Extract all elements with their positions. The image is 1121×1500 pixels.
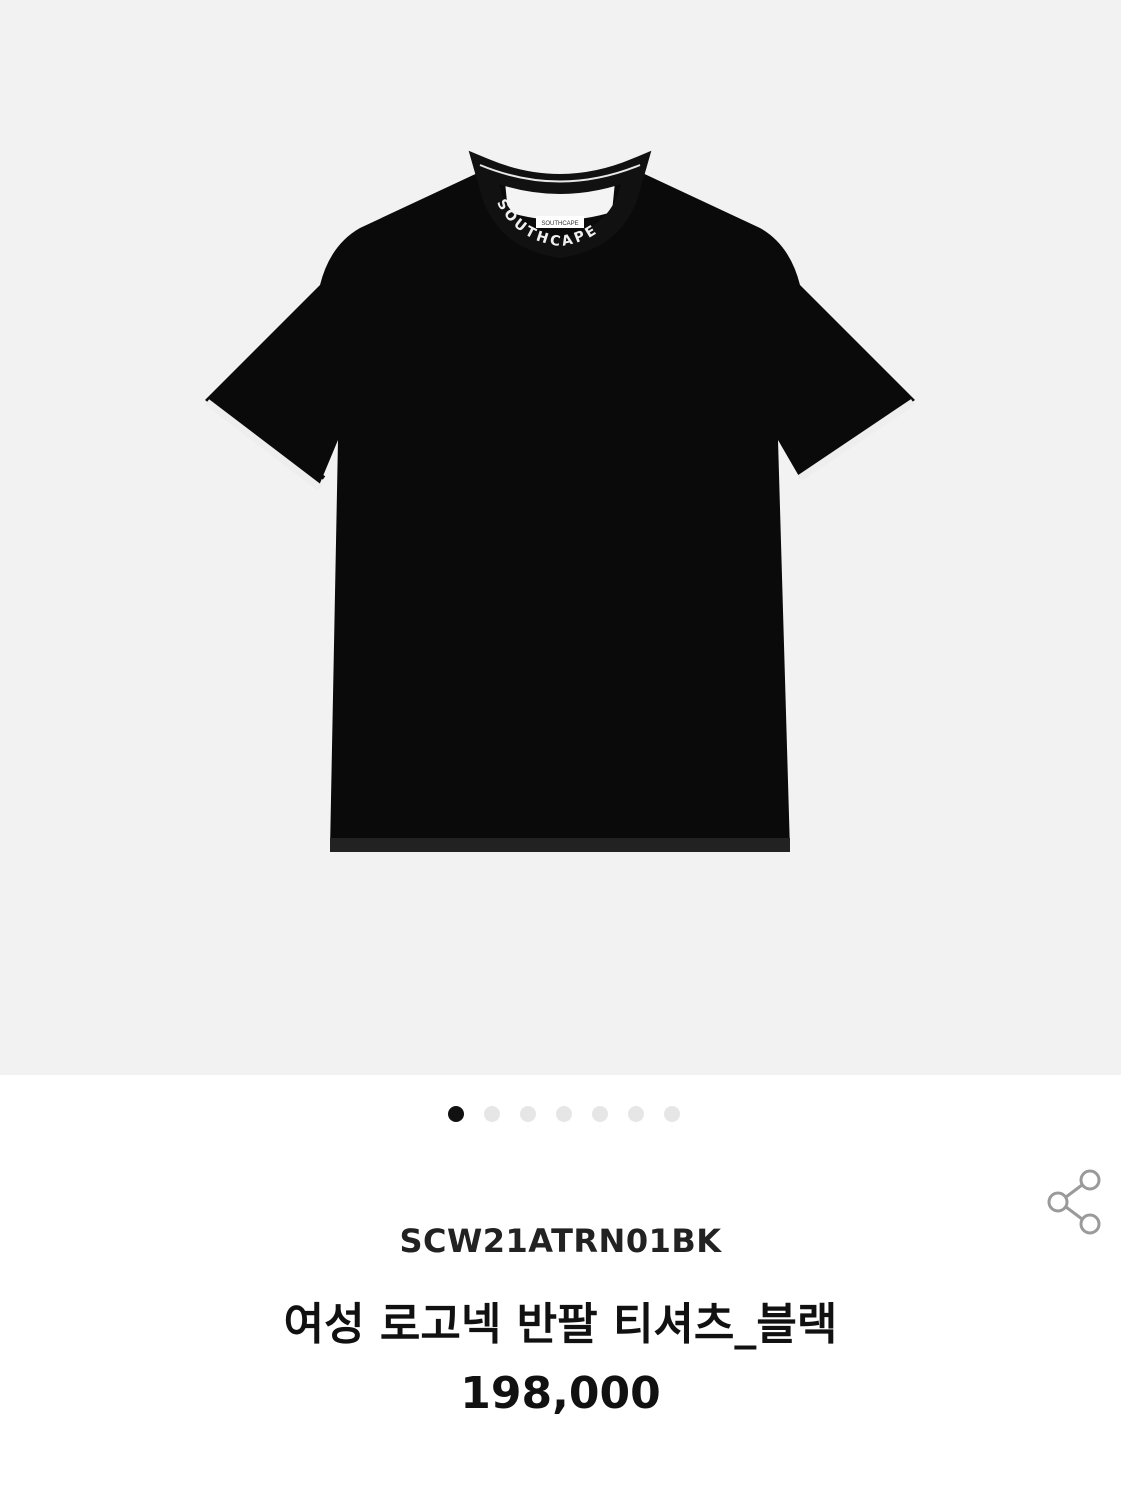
carousel-indicator [0,1106,1121,1124]
carousel-dot[interactable] [448,1106,464,1122]
neck-label-text: SOUTHCAPE [541,221,578,227]
black-tshirt-image: SOUTHCAPE SOUTHCAPE [204,150,915,852]
product-price: 198,000 [460,1368,661,1419]
carousel-dot[interactable] [664,1106,680,1122]
product-detail-page: SOUTHCAPE SOUTHCAPE SCW21ATRN01BK 여성 로고넥… [0,0,1121,1500]
product-code: SCW21ATRN01BK [399,1222,722,1260]
carousel-dot[interactable] [592,1106,608,1122]
carousel-dot[interactable] [520,1106,536,1122]
product-name: 여성 로고넥 반팔 티셔츠_블랙 [283,1299,838,1350]
product-image-area[interactable]: SOUTHCAPE SOUTHCAPE [0,0,1121,1075]
carousel-dot[interactable] [484,1106,500,1122]
carousel-dot[interactable] [556,1106,572,1122]
carousel-dot[interactable] [628,1106,644,1122]
